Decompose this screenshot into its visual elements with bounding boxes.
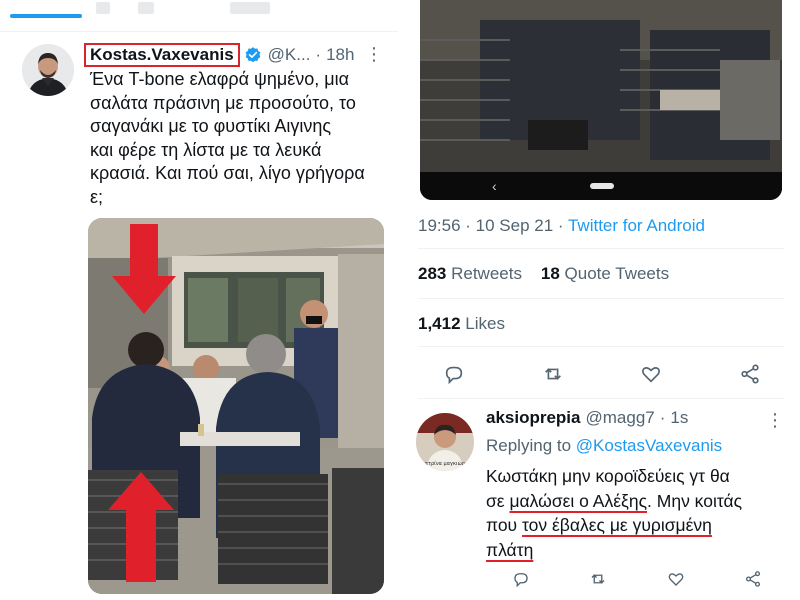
cropped-tab-text [96,2,110,14]
tweet-source-link[interactable]: Twitter for Android [568,216,705,235]
restaurant-photo [88,218,384,594]
divider-line [418,298,784,299]
reply-header: aksioprepia @magg7 · 1s [486,408,688,428]
author-name[interactable]: Kostas.Vaxevanis [84,43,240,67]
original-tweet-panel: Kostas.Vaxevanis @K... · 18h ⋮ Ένα T-bon… [0,0,398,600]
separator-dot: · [659,408,666,427]
like-icon[interactable] [639,362,663,386]
reply-icon[interactable] [442,362,466,386]
like-icon[interactable] [667,570,685,593]
nav-home-icon[interactable] [590,183,614,189]
tweet-time[interactable]: 18h [326,45,354,65]
restaurant-photo-bottom [420,0,782,200]
reply-time[interactable]: 1s [670,408,688,428]
engagement-stats: 283 Retweets 18 Quote Tweets [418,264,669,284]
reply-text-line: σε μαλώσει ο Αλέξης. Μην κοιτάς [486,490,743,511]
reply-text: Κωστάκη μην κοροϊδεύεις γτ θα σε μαλώσει… [486,464,786,562]
divider-line [418,346,784,347]
replying-to-line: Replying to @KostasVaxevanis [486,436,722,456]
replying-to-mention[interactable]: @KostasVaxevanis [576,436,722,455]
reply-author-handle[interactable]: @magg7 [586,408,655,428]
divider-line [418,248,784,249]
reply-text-line: πλάτη [486,538,786,563]
underlined-phrase: πλάτη [486,539,534,560]
reply-icon[interactable] [512,570,530,593]
reply-text-line: που τον έβαλες με γυρισμένη [486,515,712,535]
replying-to-label: Replying to [486,436,576,455]
active-tab-indicator [10,14,82,18]
separator-dot: · [315,45,322,64]
reply-more-icon[interactable]: ⋮ [766,410,784,431]
tweet-photo[interactable] [88,218,384,594]
more-icon[interactable]: ⋮ [365,44,383,64]
avatar-caption: κατρίνα μαγκιώρα [422,460,469,467]
nav-back-icon[interactable]: ‹ [492,178,497,194]
quote-tweets-stat[interactable]: 18 Quote Tweets [541,264,669,283]
divider-line [418,398,784,399]
author-handle[interactable]: @K... [268,45,311,65]
reply-text-line: Κωστάκη μην κοροϊδεύεις γτ θα [486,466,730,486]
reply-action-bar [512,570,762,593]
tweet-header: Kostas.Vaxevanis @K... · 18h [84,43,354,67]
tweet-text: Ένα T-bone ελαφρά ψημένο, μια σαλάτα πρά… [90,69,365,207]
retweet-icon[interactable] [541,362,565,386]
android-nav-bar: ‹ [420,172,782,200]
verified-badge-icon [245,47,261,63]
tweet-photo-continued[interactable]: ‹ [420,0,782,200]
top-tab-strip [0,0,398,32]
retweets-stat[interactable]: 283 Retweets [418,264,522,283]
cropped-tab-text [230,2,270,14]
likes-stat[interactable]: 1,412 Likes [418,314,505,334]
tweet-timestamp: 19:56 · 10 Sep 21 · [418,216,568,235]
share-icon[interactable] [738,362,762,386]
share-icon[interactable] [744,570,762,593]
tweet-detail-panel: ‹ 19:56 · 10 Sep 21 · Twitter for Androi… [402,0,800,600]
underlined-phrase: μαλώσει ο Αλέξης [509,490,648,511]
cropped-tab-text [138,2,154,14]
reply-author-name[interactable]: aksioprepia [486,408,581,428]
author-avatar[interactable] [22,44,74,96]
reply-author-avatar[interactable]: κατρίνα μαγκιώρα [416,413,474,471]
tweet-action-bar [442,362,762,386]
retweet-icon[interactable] [589,570,607,593]
tweet-meta: 19:56 · 10 Sep 21 · Twitter for Android [418,216,705,236]
underlined-phrase: τον έβαλες με γυρισμένη [522,515,712,535]
